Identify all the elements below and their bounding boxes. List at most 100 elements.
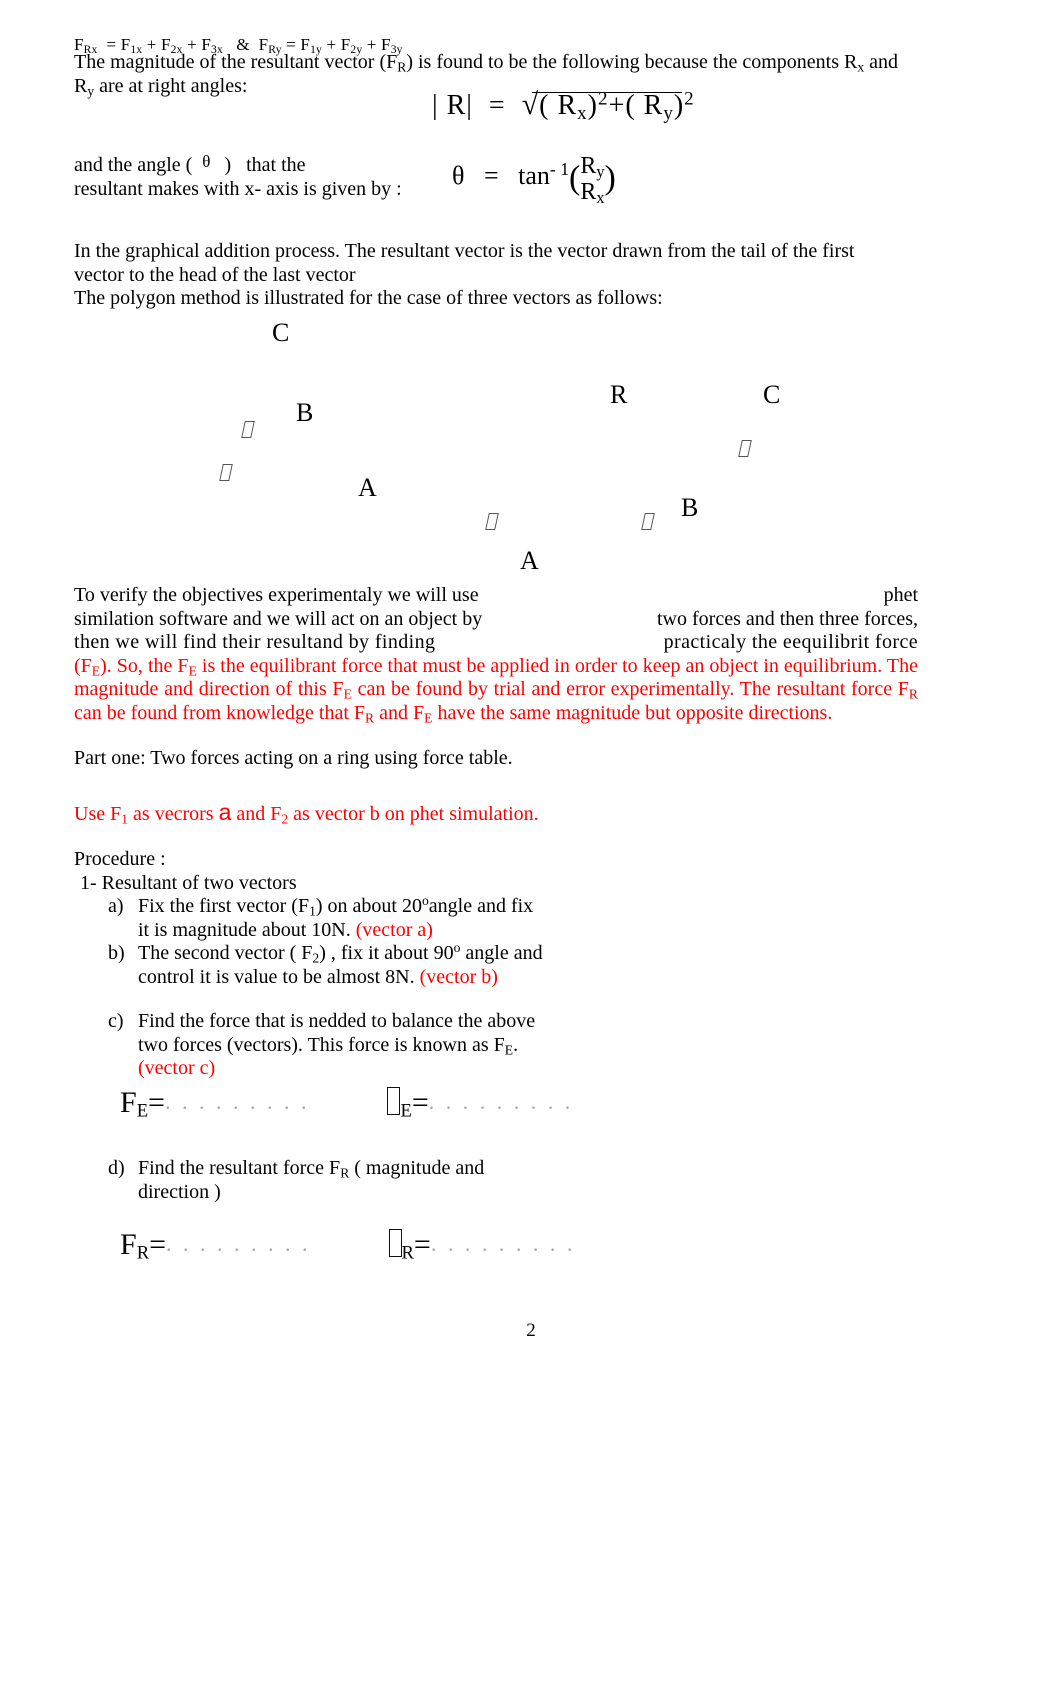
item-a-text-4: it is magnitude about 10N.: [138, 918, 351, 941]
intro-text-c: and: [864, 51, 899, 73]
item-a-text-1: Fix the first vector (F: [138, 895, 310, 917]
radical-sign: √: [522, 90, 682, 120]
intro-text-e: are at right angles:: [94, 75, 248, 97]
left-figure-label-a: A: [358, 473, 377, 502]
right-figure-label-a: A: [520, 546, 539, 575]
red-text-g: and F: [374, 701, 425, 724]
item-b-text-4: control it is value to be almost 8N.: [138, 965, 415, 988]
graphical-addition-paragraph: In the graphical addition process. The r…: [74, 240, 916, 311]
theta-r-label: R: [401, 1228, 414, 1264]
red-sub-e-2: E: [188, 662, 197, 678]
force-r-blank[interactable]: . . . . . . . . .: [166, 1231, 311, 1256]
theta-glyph-e-icon: [387, 1087, 401, 1115]
force-e-f: F: [120, 1086, 137, 1119]
use-f1-text-d: as vector b on phet simulation.: [288, 803, 539, 825]
item-a-sub-1: 1: [309, 903, 316, 919]
item-d-body: Find the resultant force FR ( magnitude …: [138, 1157, 528, 1204]
verify-line-1-left: To verify the objectives experimentaly w…: [74, 584, 479, 606]
exponent-2: 2: [684, 88, 695, 110]
verify-row-3: then we will find their resultand by fin…: [74, 631, 918, 655]
item-b-marker: b): [108, 942, 125, 964]
theta-e-blank[interactable]: . . . . . . . . .: [429, 1089, 574, 1114]
angle-sentence: and the angle (θ) that the resultant mak…: [74, 150, 414, 201]
procedure-item-c: c) Find the force that is nedded to bala…: [108, 1010, 568, 1081]
fraction-numerator: Ry: [580, 153, 604, 180]
magnitude-formula: | R| = √( Rx)2+( Ry)2: [432, 89, 695, 122]
vector-a-glyph: a: [218, 799, 232, 825]
sub-y: y: [663, 102, 674, 124]
tan-label: tan: [518, 160, 550, 190]
item-c-sub-e: E: [504, 1041, 514, 1057]
procedure-item-a: a) Fix the first vector (F1) on about 20…: [108, 894, 558, 942]
right-figure-label-c: C: [763, 380, 781, 409]
graph-line-1: In the graphical addition process. The r…: [74, 240, 855, 262]
force-e-equals: =: [148, 1086, 165, 1119]
verify-paragraph: To verify the objectives experimentaly w…: [74, 584, 918, 725]
angle-text-b: ): [224, 154, 232, 176]
use-f1-text-b: as vecrors: [128, 803, 219, 825]
radical-bar: [531, 92, 682, 93]
item-c-vector-note: (vector c): [138, 1057, 216, 1079]
item-a-vector-note: (vector a): [355, 918, 433, 941]
fraction-denominator: Rx: [580, 179, 605, 208]
verify-line-3-right: practicaly the eequilibrit force: [663, 631, 918, 653]
procedure-heading: Procedure :: [74, 848, 166, 870]
use-f1-note: Use F1 as vecrors a and F2 as vector b o…: [74, 799, 539, 827]
denominator-r: R: [580, 179, 597, 205]
intro-line-2: Ry are at right angles:: [74, 75, 248, 98]
verify-red-paragraph: (FE). So, the FE is the equilibrant forc…: [74, 655, 918, 726]
theta-e-equals: =: [411, 1086, 429, 1119]
graph-line-2: vector to the head of the last vector: [74, 263, 356, 286]
formula-plus: +: [608, 90, 626, 121]
theta-r-blank[interactable]: . . . . . . . . .: [431, 1231, 576, 1256]
force-r-equals: =: [149, 1228, 167, 1261]
angle-text-c: that the: [246, 154, 306, 176]
item-a-body: Fix the first vector (F1) on about 20oan…: [138, 894, 558, 942]
red-sub-r-1: R: [908, 686, 918, 702]
theta-r-sub: R: [401, 1242, 414, 1264]
item-b-text-3: angle and: [460, 942, 543, 964]
item-c-text-2: two forces (vectors). This force is know…: [138, 1033, 505, 1056]
force-r-label: FR: [120, 1228, 150, 1264]
ry-over-rx-fraction: Ry Rx: [580, 153, 605, 208]
use-f1-text-a: Use F: [74, 803, 122, 825]
force-e-label: FE: [120, 1086, 149, 1122]
item-a-text-3: angle and fix: [428, 895, 534, 917]
item-a-text-2: ) on about 20: [315, 895, 422, 917]
force-e-sub: E: [136, 1100, 149, 1122]
use-f1-sub-1: 1: [121, 811, 129, 827]
intro-text-d: R: [74, 75, 88, 97]
left-figure-arrow-icon-3: [485, 513, 499, 530]
item-c-text-1: Find the force that is nedded to balance…: [138, 1010, 536, 1032]
force-e-blank[interactable]: . . . . . . . . .: [165, 1089, 310, 1114]
red-sub-r-2: R: [365, 709, 375, 725]
theta-equals: =: [483, 160, 499, 190]
sub-x: x: [577, 102, 588, 124]
theta-e-sub: E: [400, 1100, 412, 1122]
red-text-a: (F: [74, 654, 92, 677]
denominator-sub-x: x: [596, 188, 605, 208]
intro-text-a: The magnitude of the resultant vector (F: [74, 51, 398, 73]
theta-symbol: θ: [452, 160, 465, 190]
item-d-marker: d): [108, 1157, 125, 1179]
item-c-text-3: .: [513, 1033, 519, 1056]
part-one-heading: Part one: Two forces acting on a ring us…: [74, 747, 513, 769]
formula-equals: =: [488, 90, 506, 121]
item-c-marker: c): [108, 1010, 124, 1032]
item-a-marker: a): [108, 895, 124, 917]
angle-text-a: and the angle (: [74, 154, 193, 176]
item-b-text-1: The second vector ( F: [138, 942, 313, 964]
force-r-sub: R: [136, 1242, 150, 1264]
verify-row-2: similation software and we will act on a…: [74, 608, 918, 632]
left-figure-label-c: C: [272, 318, 290, 347]
item-d-sub-r: R: [340, 1165, 350, 1181]
intro-sub-r: R: [397, 59, 407, 75]
red-text-h: have the same magnitude but opposite dir…: [432, 701, 833, 724]
theta-paren-open: (: [569, 159, 581, 197]
red-text-c: is the equilibrant force that must be ap…: [196, 654, 918, 677]
theta-paren-close: ): [604, 159, 616, 197]
paren-close-1: ): [587, 90, 598, 121]
item-d-text-1: Find the resultant force F: [138, 1157, 341, 1179]
theta-r-equals: =: [413, 1228, 431, 1261]
theta-formula: θ = tan- 1(Ry Rx): [452, 152, 616, 208]
